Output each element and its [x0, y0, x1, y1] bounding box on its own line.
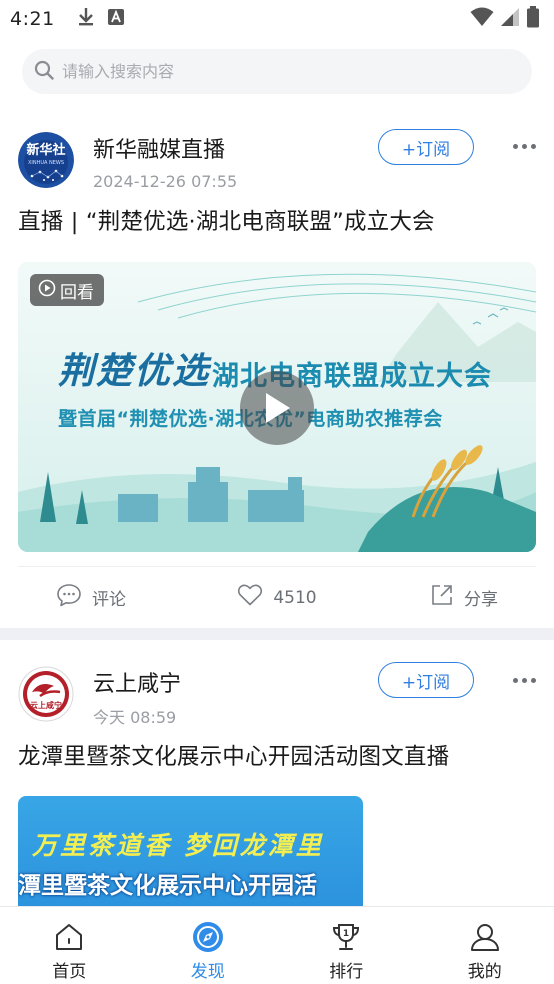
svg-text:XINHUA NEWS: XINHUA NEWS	[28, 160, 64, 166]
comment-button[interactable]: 评论	[18, 583, 203, 612]
replay-badge: 回看	[30, 274, 104, 306]
heart-icon	[237, 583, 263, 612]
post-title[interactable]: 直播 | “荆楚优选·湖北电商联盟”成立大会	[18, 204, 435, 236]
video-calligraphy-title: 荆楚优选	[58, 350, 211, 392]
translate-icon	[107, 8, 125, 30]
nav-item-me[interactable]: 我的	[416, 907, 554, 984]
svg-text:新华社: 新华社	[26, 142, 65, 158]
search-icon	[34, 60, 54, 84]
share-icon	[430, 583, 454, 612]
author-avatar[interactable]: 云上咸宁	[18, 666, 74, 722]
like-count: 4510	[273, 587, 317, 608]
share-label: 分享	[463, 590, 498, 610]
download-icon	[77, 7, 95, 31]
nav-label-discover: 发现	[190, 962, 225, 982]
action-bar: 评论 4510 分享	[18, 566, 536, 628]
feed-card[interactable]: 云上咸宁 云上咸宁 今天 08:59 +订阅 龙潭里暨茶文化展示中心开园活动图文…	[0, 640, 554, 910]
share-button[interactable]: 分享	[351, 583, 536, 612]
nav-label-home: 首页	[52, 962, 87, 982]
search-input[interactable]	[62, 62, 482, 81]
discover-icon	[190, 919, 226, 955]
post-title[interactable]: 龙潭里暨茶文化展示中心开园活动图文直播	[18, 739, 449, 771]
post-image[interactable]: 万里茶道香 梦回龙潭里 潭里暨茶文化展示中心开园活	[18, 796, 363, 910]
bottom-nav: 首页 发现 1 排行 我的	[0, 906, 554, 984]
comment-label: 评论	[92, 590, 126, 610]
comment-icon	[56, 583, 82, 612]
author-name[interactable]: 新华融媒直播	[93, 132, 225, 164]
nav-label-ranking: 排行	[329, 962, 364, 982]
image-headline: 万里茶道香 梦回龙潭里	[32, 831, 324, 860]
search-bar[interactable]	[22, 49, 532, 94]
more-options-icon[interactable]	[506, 138, 542, 154]
like-button[interactable]: 4510	[203, 583, 350, 612]
subscribe-button[interactable]: +订阅	[378, 662, 474, 698]
more-options-icon[interactable]	[506, 672, 542, 688]
signal-icon	[500, 7, 520, 31]
nav-item-discover[interactable]: 发现	[139, 907, 278, 984]
replay-label: 回看	[60, 282, 94, 303]
post-time: 2024-12-26 07:55	[93, 172, 238, 191]
app-screen: 4:21 请输入搜索内容 新华社 XINHUA NEWS 新华融媒直播 2024…	[0, 0, 554, 984]
svg-text:1: 1	[343, 929, 349, 939]
home-icon	[51, 919, 87, 955]
section-divider	[0, 628, 554, 640]
nav-item-home[interactable]: 首页	[0, 907, 139, 984]
nav-item-ranking[interactable]: 1 排行	[277, 907, 416, 984]
nav-label-me: 我的	[467, 962, 502, 982]
status-time: 4:21	[10, 8, 55, 30]
feed-card[interactable]: 新华社 XINHUA NEWS 新华融媒直播 2024-12-26 07:55 …	[0, 116, 554, 628]
user-icon	[467, 919, 503, 955]
svg-text:云上咸宁: 云上咸宁	[30, 700, 62, 710]
wifi-icon	[470, 7, 494, 31]
trophy-icon: 1	[328, 919, 364, 955]
status-bar: 4:21	[0, 0, 554, 38]
video-player[interactable]: 荆楚优选 湖北电商联盟成立大会 暨首届“荆楚优选·湖北农优”电商助农推荐会 回看	[18, 262, 536, 552]
battery-icon	[526, 6, 540, 32]
image-subheadline: 潭里暨茶文化展示中心开园活	[18, 873, 317, 899]
replay-icon	[38, 279, 56, 302]
subscribe-button[interactable]: +订阅	[378, 129, 474, 165]
post-time: 今天 08:59	[93, 708, 177, 727]
play-button[interactable]	[240, 371, 314, 445]
author-avatar[interactable]: 新华社 XINHUA NEWS	[18, 132, 74, 188]
author-name[interactable]: 云上咸宁	[93, 666, 181, 698]
